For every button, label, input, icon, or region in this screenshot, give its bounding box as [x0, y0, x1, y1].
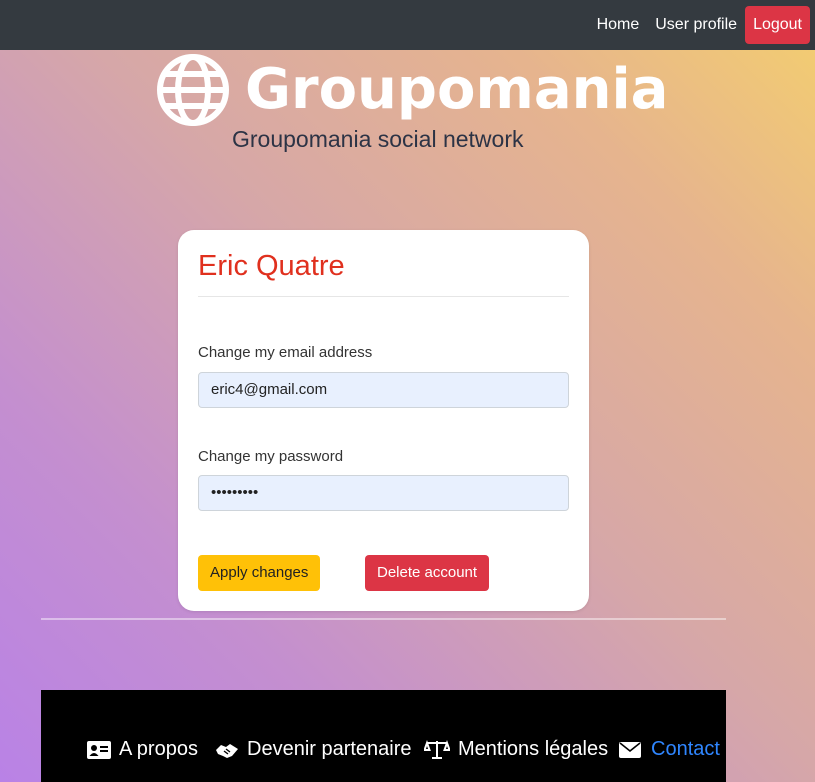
brand-name: Groupomania [245, 57, 669, 122]
footer-item-partenaire[interactable]: Devenir partenaire [215, 738, 412, 761]
handshake-icon [216, 743, 238, 758]
footer-item-label: Contact [651, 738, 720, 760]
nav-user-profile-link[interactable]: User profile [647, 16, 745, 34]
section-divider [41, 618, 726, 620]
id-card-icon [87, 740, 111, 759]
footer-item-mentions[interactable]: Mentions légales [424, 738, 608, 761]
password-field[interactable]: ••••••••• [198, 475, 569, 511]
footer-item-apropos[interactable]: A propos [87, 738, 198, 761]
brand-header: Groupomania [155, 52, 668, 128]
footer-item-contact[interactable]: Contact [619, 738, 720, 761]
nav-home-link[interactable]: Home [589, 16, 648, 34]
envelope-icon [619, 741, 641, 758]
globe-icon [157, 54, 229, 126]
profile-name-title: Eric Quatre [198, 250, 345, 282]
footer: A propos Devenir partenaire Mentions lég… [41, 690, 726, 782]
scale-icon [424, 739, 450, 759]
top-navbar: Home User profile Logout [0, 0, 815, 50]
footer-item-label: Mentions légales [458, 738, 609, 760]
delete-account-button[interactable]: Delete account [365, 555, 490, 591]
logout-button[interactable]: Logout [745, 6, 810, 44]
email-label: Change my email address [198, 344, 373, 361]
footer-item-label: Devenir partenaire [247, 738, 412, 760]
apply-changes-button[interactable]: Apply changes [198, 555, 321, 591]
password-label: Change my password [198, 448, 344, 465]
email-field[interactable]: eric4@gmail.com [198, 372, 569, 408]
brand-tagline: Groupomania social network [232, 126, 524, 152]
profile-card: Eric Quatre Change my email address eric… [178, 230, 589, 611]
footer-item-label: A propos [119, 738, 198, 760]
card-divider [198, 296, 569, 297]
